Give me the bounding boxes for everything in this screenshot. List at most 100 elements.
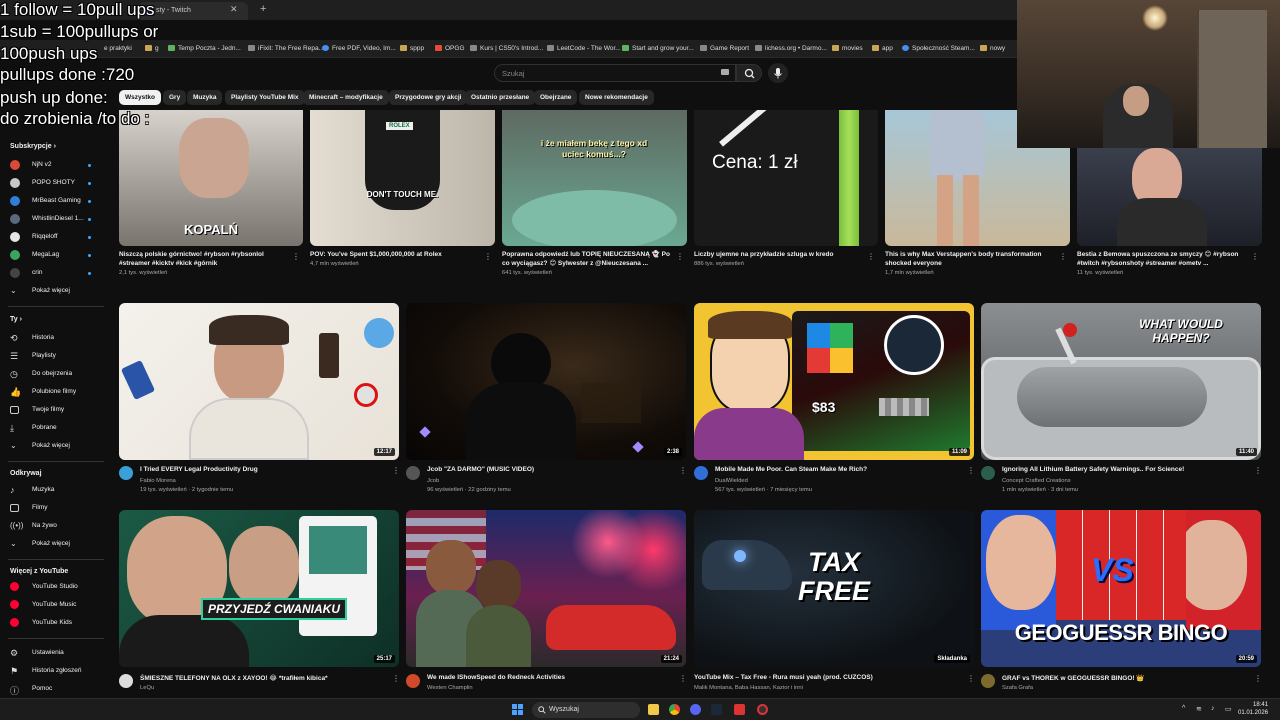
sidebar-item-show-more[interactable]: ⌄ Pokaż więcej: [10, 440, 105, 454]
short-title[interactable]: POV: You've Spent $1,000,000,000 at Role…: [310, 250, 478, 259]
channel-name[interactable]: DualWielded: [715, 478, 748, 484]
video-thumbnail[interactable]: WHAT WOULD HAPPEN? 11:40: [981, 303, 1261, 460]
battery-icon[interactable]: ▭: [1225, 705, 1232, 713]
video-title[interactable]: We made IShowSpeed do Redneck Activities: [427, 674, 667, 681]
video-title[interactable]: Jcob "ZA DARMO" (MUSIC VIDEO): [427, 466, 667, 473]
steam-icon[interactable]: [711, 704, 722, 715]
bookmark[interactable]: OPGG: [435, 45, 465, 52]
chip-minecraft[interactable]: Minecraft – modyfikacje: [303, 90, 389, 105]
short-title[interactable]: Bestia z Bemowa spuszczona ze smyczy 😊 #…: [1077, 250, 1247, 268]
bookmark[interactable]: Start and grow your...: [622, 45, 694, 52]
sidebar-item-subscription[interactable]: WhistlinDiesel 1...: [10, 213, 105, 227]
channel-name[interactable]: Concept Crafted Creations: [1002, 478, 1071, 484]
channel-avatar[interactable]: [119, 466, 133, 480]
file-explorer-icon[interactable]: [648, 704, 659, 715]
chip-recently-uploaded[interactable]: Ostatnio przesłane: [465, 90, 536, 105]
clock[interactable]: 18:41 01.01.2026: [1238, 701, 1268, 717]
volume-icon[interactable]: ♪: [1211, 705, 1215, 712]
short-thumbnail[interactable]: ROLEX DON'T TOUCH ME.: [310, 110, 495, 246]
bookmark[interactable]: LeetCode - The Wor...: [547, 45, 621, 52]
video-title[interactable]: GRAF vs THOREK w GEOGUESSR BINGO! 👑: [1002, 674, 1242, 682]
video-thumbnail[interactable]: PRZYJEDŹ CWANIAKU 25:17: [119, 510, 399, 667]
channel-name[interactable]: Malik Montana, Baba Hassan, Kazior i inn…: [694, 685, 803, 691]
video-thumbnail[interactable]: $83 11:09: [694, 303, 974, 460]
sidebar-item-settings[interactable]: ⚙ Ustawienia: [10, 647, 105, 661]
bookmark[interactable]: lichess.org • Darmo...: [755, 45, 827, 52]
chip-music[interactable]: Muzyka: [187, 90, 223, 105]
video-thumbnail[interactable]: 21:24: [406, 510, 686, 667]
more-vert-icon[interactable]: ⋮: [484, 252, 492, 261]
more-vert-icon[interactable]: ⋮: [679, 674, 687, 683]
video-thumbnail[interactable]: VS GEOGUESSR BINGO 20:59: [981, 510, 1261, 667]
video-thumbnail[interactable]: TAX FREE Składanka: [694, 510, 974, 667]
short-title[interactable]: Niszczą polskie górnictwo! #rybson #rybs…: [119, 250, 287, 268]
sidebar-item-watch-later[interactable]: ◷ Do obejrzenia: [10, 368, 105, 382]
sidebar-item-report-history[interactable]: ⚑ Historia zgłoszeń: [10, 665, 105, 679]
windows-start-icon[interactable]: [512, 704, 523, 715]
chip-watched[interactable]: Obejrzane: [534, 90, 578, 105]
video-title[interactable]: YouTube Mix – Tax Free - Rura musi yeah …: [694, 674, 954, 681]
bookmark[interactable]: app: [872, 45, 893, 52]
bookmark[interactable]: nowy: [980, 45, 1005, 52]
sidebar-item-playlists[interactable]: ☰ Playlisty: [10, 350, 105, 364]
sidebar-item-subscription[interactable]: NjN v2: [10, 159, 105, 173]
channel-avatar[interactable]: [694, 466, 708, 480]
more-vert-icon[interactable]: ⋮: [679, 466, 687, 475]
video-title[interactable]: Mobile Made Me Poor. Can Steam Make Me R…: [715, 466, 955, 473]
channel-avatar[interactable]: [981, 674, 995, 688]
taskbar-search[interactable]: Wyszukaj: [532, 702, 640, 718]
sidebar-item-downloads[interactable]: ⤓ Pobrane: [10, 422, 105, 436]
chrome-icon[interactable]: [669, 704, 680, 715]
more-vert-icon[interactable]: ⋮: [867, 252, 875, 261]
bookmark[interactable]: movies: [832, 45, 863, 52]
channel-avatar[interactable]: [406, 674, 420, 688]
sidebar-item-subscription[interactable]: MegaLag: [10, 249, 105, 263]
short-thumbnail[interactable]: Cena: 1 zł: [694, 110, 878, 246]
short-title[interactable]: This is why Max Verstappen's body transf…: [885, 250, 1055, 268]
chip-games[interactable]: Gry: [163, 90, 187, 105]
more-vert-icon[interactable]: ⋮: [676, 252, 684, 261]
sidebar-item-music[interactable]: ♪ Muzyka: [10, 484, 105, 498]
sidebar-item-subscription[interactable]: crin: [10, 267, 105, 281]
channel-name[interactable]: Fabio Morena: [140, 478, 176, 484]
sidebar-item-help[interactable]: ⓘ Pomoc: [10, 683, 105, 697]
search-button[interactable]: [736, 64, 762, 82]
short-thumbnail[interactable]: KOPALŃ: [119, 110, 303, 246]
sidebar-item-show-more[interactable]: ⌄ Pokaż więcej: [10, 538, 105, 552]
wifi-icon[interactable]: ≋: [1196, 705, 1202, 713]
keyboard-icon[interactable]: [721, 69, 729, 75]
short-thumbnail[interactable]: i że miałem bekę z tego xd uciec komuś..…: [502, 110, 687, 246]
more-vert-icon[interactable]: ⋮: [1254, 466, 1262, 475]
sidebar-item-subscription[interactable]: POPO SHOTY: [10, 177, 105, 191]
sidebar-item-liked[interactable]: 👍 Polubione filmy: [10, 386, 105, 400]
voice-search-button[interactable]: [768, 63, 788, 83]
channel-avatar[interactable]: [119, 674, 133, 688]
channel-avatar[interactable]: [406, 466, 420, 480]
bookmark[interactable]: Game Report: [700, 45, 749, 52]
sidebar-item-your-videos[interactable]: Twoje filmy: [10, 404, 105, 418]
bookmark[interactable]: Kurs | CS50's Introd...: [470, 45, 543, 52]
sidebar-item-live[interactable]: ((•)) Na żywo: [10, 520, 105, 534]
channel-avatar[interactable]: [981, 466, 995, 480]
chip-youtube-mix[interactable]: Playlisty YouTube Mix: [225, 90, 305, 105]
video-title[interactable]: I Tried EVERY Legal Productivity Drug: [140, 466, 380, 473]
obs-icon[interactable]: [757, 704, 768, 715]
video-thumbnail[interactable]: 2:38: [406, 303, 686, 460]
bookmark[interactable]: sppp: [400, 45, 424, 52]
close-tab-icon[interactable]: ✕: [230, 4, 238, 15]
app-icon[interactable]: [734, 704, 745, 715]
bookmark[interactable]: Społeczność Steam...: [902, 45, 975, 52]
short-thumbnail[interactable]: [1077, 148, 1262, 246]
channel-name[interactable]: Westen Champlin: [427, 685, 473, 691]
more-vert-icon[interactable]: ⋮: [967, 674, 975, 683]
more-vert-icon[interactable]: ⋮: [1251, 252, 1259, 261]
channel-name[interactable]: Szafa Grafa: [1002, 685, 1033, 691]
sidebar-item-subscription[interactable]: MrBeast Gaming: [10, 195, 105, 209]
more-vert-icon[interactable]: ⋮: [292, 252, 300, 261]
sidebar-item-youtube-music[interactable]: YouTube Music: [10, 599, 105, 613]
sidebar-item-movies[interactable]: Filmy: [10, 502, 105, 516]
short-title[interactable]: Poprawna odpowiedź lub TOPIĘ NIEUCZESANĄ…: [502, 250, 672, 268]
sidebar-item-show-more[interactable]: ⌄ Pokaż więcej: [10, 285, 105, 299]
chip-all[interactable]: Wszystko: [119, 90, 161, 105]
bookmark[interactable]: Temp Poczta - Jedn...: [168, 45, 241, 52]
